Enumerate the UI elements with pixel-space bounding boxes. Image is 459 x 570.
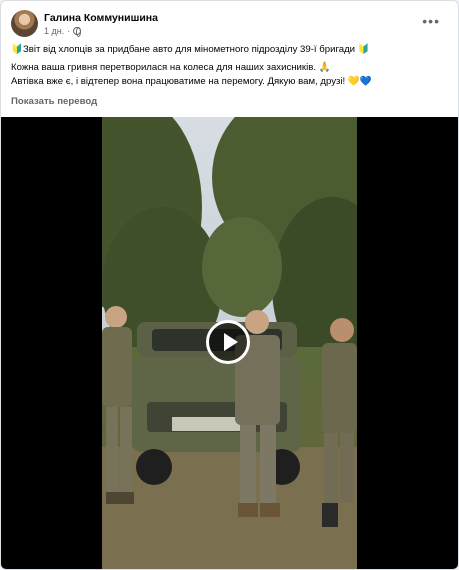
play-icon[interactable] <box>206 320 250 364</box>
post-time[interactable]: 1 дн. <box>44 26 64 36</box>
dot-separator: · <box>67 26 71 36</box>
author-avatar[interactable] <box>11 10 38 37</box>
more-options-icon[interactable]: ••• <box>422 14 440 28</box>
globe-icon <box>73 27 82 37</box>
see-translation-link[interactable]: Показать перевод <box>11 96 97 107</box>
post-text-line: 🔰Звіт від хлопців за придбане авто для м… <box>11 44 370 55</box>
post-meta: 1 дн. · <box>44 26 82 37</box>
post-text-line: Автівка вже є, і відтепер вона працювати… <box>11 76 372 87</box>
post-text: 🔰Звіт від хлопців за придбане авто для м… <box>11 43 448 89</box>
post-text-line: Кожна ваша гривня перетворилася на колес… <box>11 62 331 73</box>
post-video[interactable] <box>1 117 458 569</box>
post-header: Галина Коммунишина 1 дн. · ••• <box>11 10 448 40</box>
facebook-post-card: Галина Коммунишина 1 дн. · ••• 🔰Звіт від… <box>0 0 459 570</box>
author-name[interactable]: Галина Коммунишина <box>44 12 158 24</box>
